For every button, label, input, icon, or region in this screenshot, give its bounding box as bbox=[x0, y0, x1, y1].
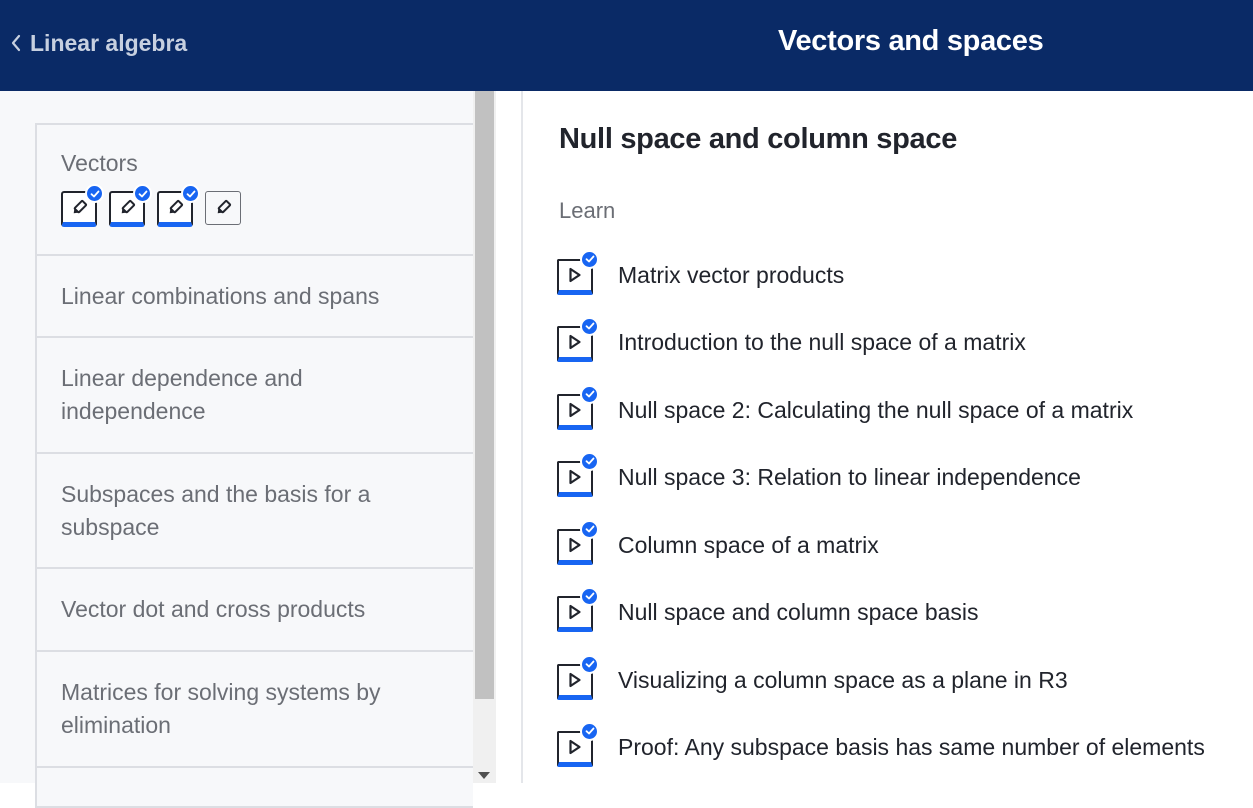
exercise-item[interactable] bbox=[61, 184, 104, 227]
sidebar-item-label[interactable]: Matrices for solving systems by eliminat… bbox=[61, 676, 406, 742]
video-item[interactable]: Null space 3: Relation to linear indepen… bbox=[557, 451, 1081, 497]
scroll-down-arrow-icon[interactable] bbox=[478, 772, 490, 779]
play-icon bbox=[569, 739, 581, 755]
play-icon bbox=[569, 402, 581, 418]
check-icon bbox=[580, 249, 599, 269]
sidebar-item-label[interactable]: Linear combinations and spans bbox=[61, 280, 379, 313]
video-title[interactable]: Null space 3: Relation to linear indepen… bbox=[618, 464, 1081, 491]
back-link-label[interactable]: Linear algebra bbox=[30, 30, 187, 57]
video-title[interactable]: Visualizing a column space as a plane in… bbox=[618, 667, 1068, 694]
unit-sidebar: Vectors Linear combinations and spans Li… bbox=[0, 91, 496, 808]
video-status bbox=[557, 519, 599, 565]
check-icon bbox=[580, 451, 599, 471]
top-bar: Linear algebra Vectors and spaces bbox=[0, 0, 1253, 91]
sidebar-scrollbar[interactable] bbox=[473, 91, 496, 783]
pencil-icon bbox=[217, 199, 232, 214]
play-icon bbox=[569, 537, 581, 553]
video-title[interactable]: Proof: Any subspace basis has same numbe… bbox=[618, 734, 1205, 761]
lesson-content: Null space and column space Learn Matrix… bbox=[523, 91, 1253, 783]
chevron-left-icon bbox=[6, 33, 26, 53]
sidebar-item-linear-dependence[interactable]: Linear dependence and independence bbox=[37, 338, 473, 454]
sidebar-item-subspaces[interactable]: Subspaces and the basis for a subspace bbox=[37, 454, 473, 569]
video-item[interactable]: Introduction to the null space of a matr… bbox=[557, 316, 1026, 362]
video-item[interactable]: Null space 2: Calculating the null space… bbox=[557, 384, 1133, 430]
exercise-item[interactable] bbox=[205, 191, 241, 227]
video-item[interactable]: Matrix vector products bbox=[557, 249, 844, 295]
pencil-icon bbox=[169, 199, 184, 213]
check-icon bbox=[580, 721, 599, 741]
video-title[interactable]: Null space and column space basis bbox=[618, 599, 979, 626]
video-status bbox=[557, 316, 599, 362]
video-status bbox=[557, 721, 599, 767]
section-title: Null space and column space bbox=[559, 123, 958, 155]
unit-list: Vectors Linear combinations and spans Li… bbox=[35, 123, 473, 808]
sidebar-item-matrices-elimination[interactable]: Matrices for solving systems by eliminat… bbox=[37, 652, 473, 768]
video-item[interactable]: Null space and column space basis bbox=[557, 586, 979, 632]
video-title[interactable]: Matrix vector products bbox=[618, 262, 844, 289]
sidebar-item-dot-cross-products[interactable]: Vector dot and cross products bbox=[37, 569, 473, 652]
video-item[interactable]: Column space of a matrix bbox=[557, 519, 879, 565]
sidebar-item-label[interactable]: Vectors bbox=[61, 149, 449, 177]
check-icon bbox=[85, 184, 104, 203]
back-link[interactable]: Linear algebra bbox=[6, 28, 187, 58]
play-icon bbox=[569, 469, 581, 485]
page-title: Vectors and spaces bbox=[778, 25, 1044, 57]
video-item[interactable]: Proof: Any subspace basis has same numbe… bbox=[557, 721, 1205, 767]
scrollbar-thumb[interactable] bbox=[475, 91, 494, 699]
check-icon bbox=[133, 184, 152, 203]
video-status bbox=[557, 384, 599, 430]
sidebar-item-label[interactable]: Vector dot and cross products bbox=[61, 593, 365, 626]
video-title[interactable]: Column space of a matrix bbox=[618, 532, 879, 559]
learn-heading: Learn bbox=[559, 198, 616, 223]
video-status bbox=[557, 654, 599, 700]
pencil-icon bbox=[73, 199, 88, 213]
sidebar-item-next[interactable] bbox=[37, 768, 473, 808]
pencil-icon bbox=[121, 199, 136, 213]
exercise-item[interactable] bbox=[109, 184, 152, 227]
video-item[interactable]: Visualizing a column space as a plane in… bbox=[557, 654, 1068, 700]
play-icon bbox=[569, 267, 581, 283]
check-icon bbox=[580, 316, 599, 336]
video-title[interactable]: Introduction to the null space of a matr… bbox=[618, 329, 1026, 356]
check-icon bbox=[580, 519, 599, 539]
play-icon bbox=[569, 334, 581, 350]
exercise-progress-row bbox=[61, 184, 449, 227]
check-icon bbox=[580, 586, 599, 606]
sidebar-item-label[interactable]: Linear dependence and independence bbox=[61, 362, 361, 428]
check-icon bbox=[181, 184, 200, 203]
exercise-item[interactable] bbox=[157, 184, 200, 227]
video-status bbox=[557, 586, 599, 632]
play-icon bbox=[569, 672, 581, 688]
sidebar-item-vectors[interactable]: Vectors bbox=[37, 125, 473, 256]
play-icon bbox=[569, 604, 581, 620]
video-title[interactable]: Null space 2: Calculating the null space… bbox=[618, 397, 1133, 424]
video-status bbox=[557, 249, 599, 295]
video-status bbox=[557, 451, 599, 497]
check-icon bbox=[580, 654, 599, 674]
sidebar-item-linear-combinations[interactable]: Linear combinations and spans bbox=[37, 256, 473, 338]
sidebar-item-label[interactable]: Subspaces and the basis for a subspace bbox=[61, 478, 381, 544]
check-icon bbox=[580, 384, 599, 404]
